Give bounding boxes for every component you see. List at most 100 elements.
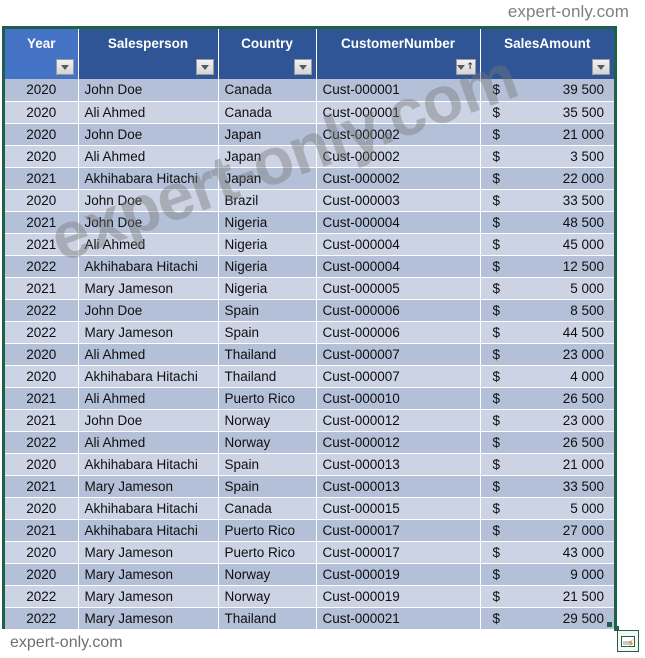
cell-country[interactable]: Norway	[218, 585, 317, 608]
cell-country[interactable]: Nigeria	[218, 233, 317, 256]
cell-salesperson[interactable]: John Doe	[78, 409, 219, 432]
cell-year[interactable]: 2022	[5, 431, 79, 454]
cell-year[interactable]: 2020	[5, 123, 79, 146]
cell-customer_number[interactable]: Cust-000002	[316, 167, 481, 190]
cell-customer_number[interactable]: Cust-000002	[316, 145, 481, 168]
filter-sort-ascending-icon[interactable]: ↑	[455, 59, 476, 75]
table-row[interactable]: 2022 John Doe Spain Cust-000006 $8 500	[5, 299, 614, 322]
cell-sales_amount[interactable]: $21 500	[480, 585, 614, 608]
cell-country[interactable]: Puerto Rico	[218, 519, 317, 542]
cell-year[interactable]: 2021	[5, 387, 79, 410]
table-row[interactable]: 2020 Ali Ahmed Japan Cust-000002 $3 500	[5, 145, 614, 168]
cell-country[interactable]: Japan	[218, 123, 317, 146]
cell-country[interactable]: Spain	[218, 475, 317, 498]
table-row[interactable]: 2021 Akhihabara Hitachi Puerto Rico Cust-00…	[5, 519, 614, 542]
cell-year[interactable]: 2021	[5, 519, 79, 542]
cell-year[interactable]: 2022	[5, 585, 79, 608]
cell-salesperson[interactable]: John Doe	[78, 79, 219, 102]
cell-country[interactable]: Canada	[218, 497, 317, 520]
cell-sales_amount[interactable]: $23 000	[480, 409, 614, 432]
cell-sales_amount[interactable]: $33 500	[480, 475, 614, 498]
cell-salesperson[interactable]: Akhihabara Hitachi	[78, 453, 219, 476]
filter-dropdown-icon[interactable]	[293, 59, 312, 75]
cell-country[interactable]: Norway	[218, 431, 317, 454]
cell-salesperson[interactable]: Mary Jameson	[78, 475, 219, 498]
cell-customer_number[interactable]: Cust-000007	[316, 343, 481, 366]
cell-year[interactable]: 2020	[5, 563, 79, 586]
cell-country[interactable]: Thailand	[218, 607, 317, 630]
cell-customer_number[interactable]: Cust-000005	[316, 277, 481, 300]
cell-year[interactable]: 2020	[5, 541, 79, 564]
cell-sales_amount[interactable]: $48 500	[480, 211, 614, 234]
cell-customer_number[interactable]: Cust-000004	[316, 255, 481, 278]
cell-customer_number[interactable]: Cust-000017	[316, 519, 481, 542]
cell-salesperson[interactable]: John Doe	[78, 189, 219, 212]
table-row[interactable]: 2022 Ali Ahmed Norway Cust-000012 $26 500	[5, 431, 614, 454]
column-header-country[interactable]: Country	[218, 29, 317, 79]
cell-year[interactable]: 2020	[5, 189, 79, 212]
cell-customer_number[interactable]: Cust-000003	[316, 189, 481, 212]
filter-dropdown-icon[interactable]	[55, 59, 74, 75]
cell-salesperson[interactable]: Akhihabara Hitachi	[78, 255, 219, 278]
cell-country[interactable]: Nigeria	[218, 211, 317, 234]
cell-country[interactable]: Puerto Rico	[218, 387, 317, 410]
table-row[interactable]: 2020 John Doe Brazil Cust-000003 $33 500	[5, 189, 614, 212]
cell-salesperson[interactable]: Ali Ahmed	[78, 233, 219, 256]
cell-salesperson[interactable]: Akhihabara Hitachi	[78, 519, 219, 542]
cell-country[interactable]: Canada	[218, 79, 317, 102]
cell-sales_amount[interactable]: $33 500	[480, 189, 614, 212]
cell-customer_number[interactable]: Cust-000015	[316, 497, 481, 520]
table-row[interactable]: 2020 Akhihabara Hitachi Thailand Cust-00000…	[5, 365, 614, 388]
cell-customer_number[interactable]: Cust-000019	[316, 585, 481, 608]
cell-sales_amount[interactable]: $43 000	[480, 541, 614, 564]
cell-salesperson[interactable]: Ali Ahmed	[78, 101, 219, 124]
cell-sales_amount[interactable]: $9 000	[480, 563, 614, 586]
cell-salesperson[interactable]: John Doe	[78, 123, 219, 146]
cell-salesperson[interactable]: Ali Ahmed	[78, 145, 219, 168]
cell-customer_number[interactable]: Cust-000006	[316, 321, 481, 344]
cell-salesperson[interactable]: Mary Jameson	[78, 563, 219, 586]
table-row[interactable]: 2021 Mary Jameson Spain Cust-000013 $33 500	[5, 475, 614, 498]
table-row[interactable]: 2020 Ali Ahmed Thailand Cust-000007 $23 000	[5, 343, 614, 366]
cell-year[interactable]: 2020	[5, 365, 79, 388]
cell-sales_amount[interactable]: $21 000	[480, 123, 614, 146]
filter-dropdown-icon[interactable]	[592, 59, 610, 75]
cell-salesperson[interactable]: Mary Jameson	[78, 277, 219, 300]
cell-year[interactable]: 2020	[5, 145, 79, 168]
cell-salesperson[interactable]: Akhihabara Hitachi	[78, 167, 219, 190]
table-row[interactable]: 2020 John Doe Japan Cust-000002 $21 000	[5, 123, 614, 146]
table-row[interactable]: 2022 Mary Jameson Spain Cust-000006 $44 500	[5, 321, 614, 344]
table-row[interactable]: 2021 Akhihabara Hitachi Japan Cust-000002 $2…	[5, 167, 614, 190]
cell-salesperson[interactable]: Akhihabara Hitachi	[78, 365, 219, 388]
cell-sales_amount[interactable]: $45 000	[480, 233, 614, 256]
cell-country[interactable]: Norway	[218, 563, 317, 586]
cell-year[interactable]: 2021	[5, 277, 79, 300]
cell-customer_number[interactable]: Cust-000012	[316, 409, 481, 432]
table-row[interactable]: 2021 Ali Ahmed Puerto Rico Cust-000010 $26 5…	[5, 387, 614, 410]
column-header-customer_number[interactable]: CustomerNumber ↑	[316, 29, 481, 79]
cell-sales_amount[interactable]: $44 500	[480, 321, 614, 344]
cell-year[interactable]: 2021	[5, 409, 79, 432]
cell-country[interactable]: Japan	[218, 145, 317, 168]
cell-customer_number[interactable]: Cust-000019	[316, 563, 481, 586]
cell-salesperson[interactable]: Akhihabara Hitachi	[78, 497, 219, 520]
cell-sales_amount[interactable]: $26 500	[480, 387, 614, 410]
cell-salesperson[interactable]: Ali Ahmed	[78, 387, 219, 410]
cell-sales_amount[interactable]: $5 000	[480, 277, 614, 300]
cell-country[interactable]: Nigeria	[218, 255, 317, 278]
cell-country[interactable]: Thailand	[218, 365, 317, 388]
cell-sales_amount[interactable]: $5 000	[480, 497, 614, 520]
column-header-year[interactable]: Year	[5, 29, 79, 79]
cell-year[interactable]: 2021	[5, 233, 79, 256]
cell-sales_amount[interactable]: $26 500	[480, 431, 614, 454]
cell-year[interactable]: 2020	[5, 497, 79, 520]
cell-year[interactable]: 2021	[5, 167, 79, 190]
cell-country[interactable]: Canada	[218, 101, 317, 124]
quick-analysis-button[interactable]: ⚡	[617, 630, 639, 652]
cell-sales_amount[interactable]: $3 500	[480, 145, 614, 168]
cell-customer_number[interactable]: Cust-000001	[316, 101, 481, 124]
cell-customer_number[interactable]: Cust-000021	[316, 607, 481, 630]
cell-customer_number[interactable]: Cust-000001	[316, 79, 481, 102]
table-row[interactable]: 2021 Mary Jameson Nigeria Cust-000005 $5 000	[5, 277, 614, 300]
cell-sales_amount[interactable]: $27 000	[480, 519, 614, 542]
